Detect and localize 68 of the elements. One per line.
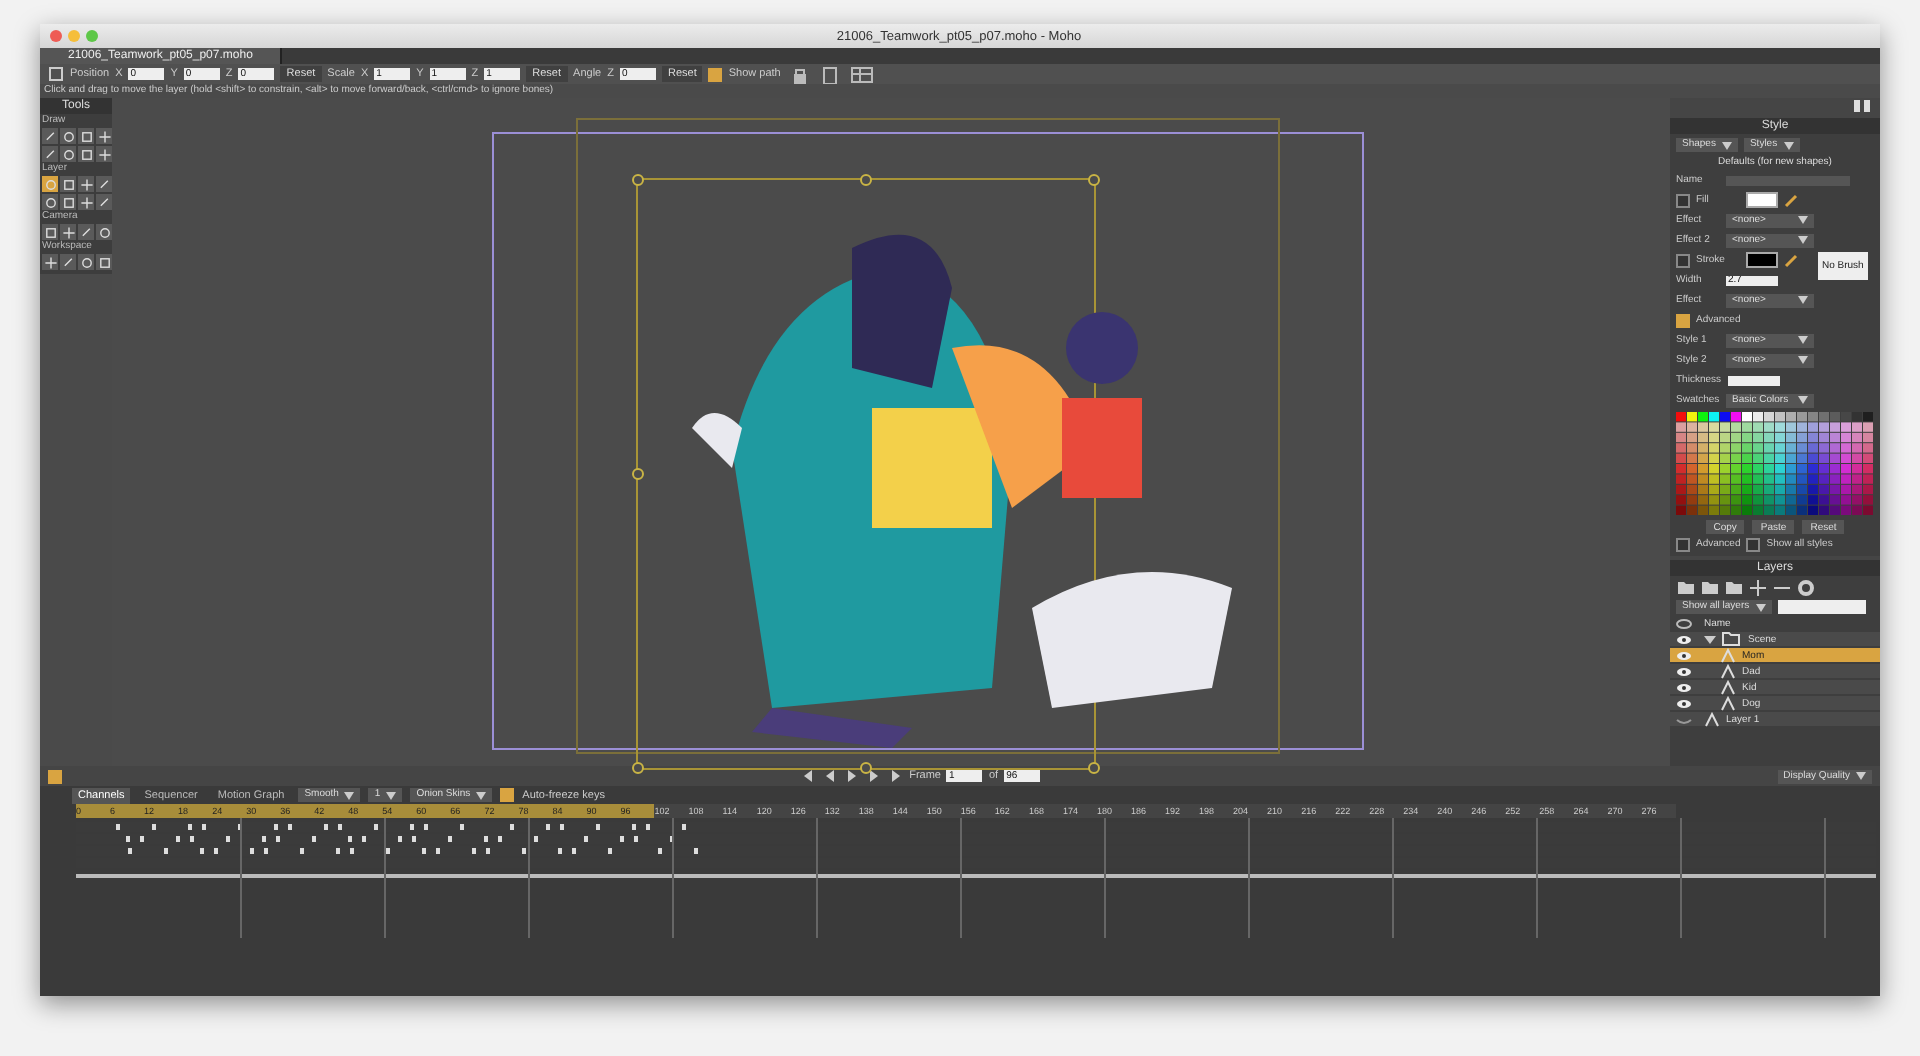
- tool-button[interactable]: [78, 146, 94, 162]
- page-icon: [820, 65, 841, 83]
- checkbox[interactable]: [1746, 538, 1761, 552]
- caret-icon: [1798, 216, 1808, 224]
- color-swatch[interactable]: [1746, 252, 1778, 268]
- checkbox[interactable]: [1676, 193, 1690, 207]
- caret-icon: [1755, 603, 1766, 611]
- transform-handle[interactable]: [632, 468, 644, 480]
- checkbox[interactable]: [48, 769, 62, 783]
- tool-button[interactable]: [60, 194, 76, 210]
- color-swatch[interactable]: [1746, 192, 1778, 208]
- transform-handle[interactable]: [632, 174, 644, 186]
- caret-icon: [1798, 356, 1808, 364]
- plus-icon: [1748, 578, 1768, 598]
- checkbox[interactable]: [1676, 253, 1690, 267]
- tool-button[interactable]: [96, 224, 112, 240]
- caret-icon: [1798, 296, 1808, 304]
- eyedropper-icon: [1784, 252, 1800, 268]
- checkbox[interactable]: [500, 788, 515, 802]
- transform-handle[interactable]: [632, 762, 644, 774]
- eyedropper-icon: [1784, 192, 1800, 208]
- lock-icon: [790, 65, 811, 83]
- tool-button[interactable]: [78, 254, 94, 270]
- eye-icon: [1676, 617, 1692, 629]
- grid-icon: [850, 65, 875, 83]
- tool-button[interactable]: [96, 128, 112, 144]
- caret-icon: [1721, 141, 1732, 149]
- caret-icon: [386, 791, 397, 799]
- caret-icon: [1798, 336, 1808, 344]
- caret-icon: [1856, 772, 1866, 780]
- checkbox[interactable]: [1676, 313, 1690, 327]
- tool-button[interactable]: [96, 176, 112, 192]
- gear-icon: [1796, 578, 1816, 598]
- caret-icon: [1798, 236, 1808, 244]
- tool-button[interactable]: [42, 194, 58, 210]
- tool-button[interactable]: [42, 146, 58, 162]
- panel-layout-icon: [1852, 98, 1872, 114]
- step-back-icon: [821, 768, 838, 784]
- tool-button[interactable]: [42, 128, 58, 144]
- caret-icon: [476, 791, 487, 799]
- tool-button[interactable]: [78, 128, 94, 144]
- tool-button[interactable]: [78, 176, 94, 192]
- tool-button[interactable]: [96, 146, 112, 162]
- tool-button[interactable]: [42, 224, 58, 240]
- tool-button[interactable]: [78, 224, 94, 240]
- tool-button[interactable]: [42, 254, 58, 270]
- transform-handle[interactable]: [860, 174, 872, 186]
- thickness-field[interactable]: [1727, 375, 1780, 385]
- caret-icon: [1783, 141, 1794, 149]
- search-field[interactable]: [1777, 600, 1866, 614]
- transform-handle[interactable]: [1088, 762, 1100, 774]
- tool-button[interactable]: [60, 128, 76, 144]
- tool-button[interactable]: [60, 176, 76, 192]
- checkbox[interactable]: [1676, 538, 1690, 552]
- tool-button[interactable]: [96, 254, 112, 270]
- transform-handle[interactable]: [1088, 174, 1100, 186]
- folder-icon: [1722, 632, 1742, 646]
- tool-button[interactable]: [60, 254, 76, 270]
- caret-icon: [1798, 396, 1808, 404]
- close-button[interactable]: [50, 30, 62, 42]
- tool-button[interactable]: [60, 146, 76, 162]
- tool-button[interactable]: [96, 194, 112, 210]
- step-forward-icon: [865, 768, 882, 784]
- transform-handle[interactable]: [860, 762, 872, 774]
- checkbox[interactable]: [708, 67, 723, 81]
- tool-button[interactable]: [60, 224, 76, 240]
- tool-button[interactable]: [78, 194, 94, 210]
- caret-icon: [344, 791, 355, 799]
